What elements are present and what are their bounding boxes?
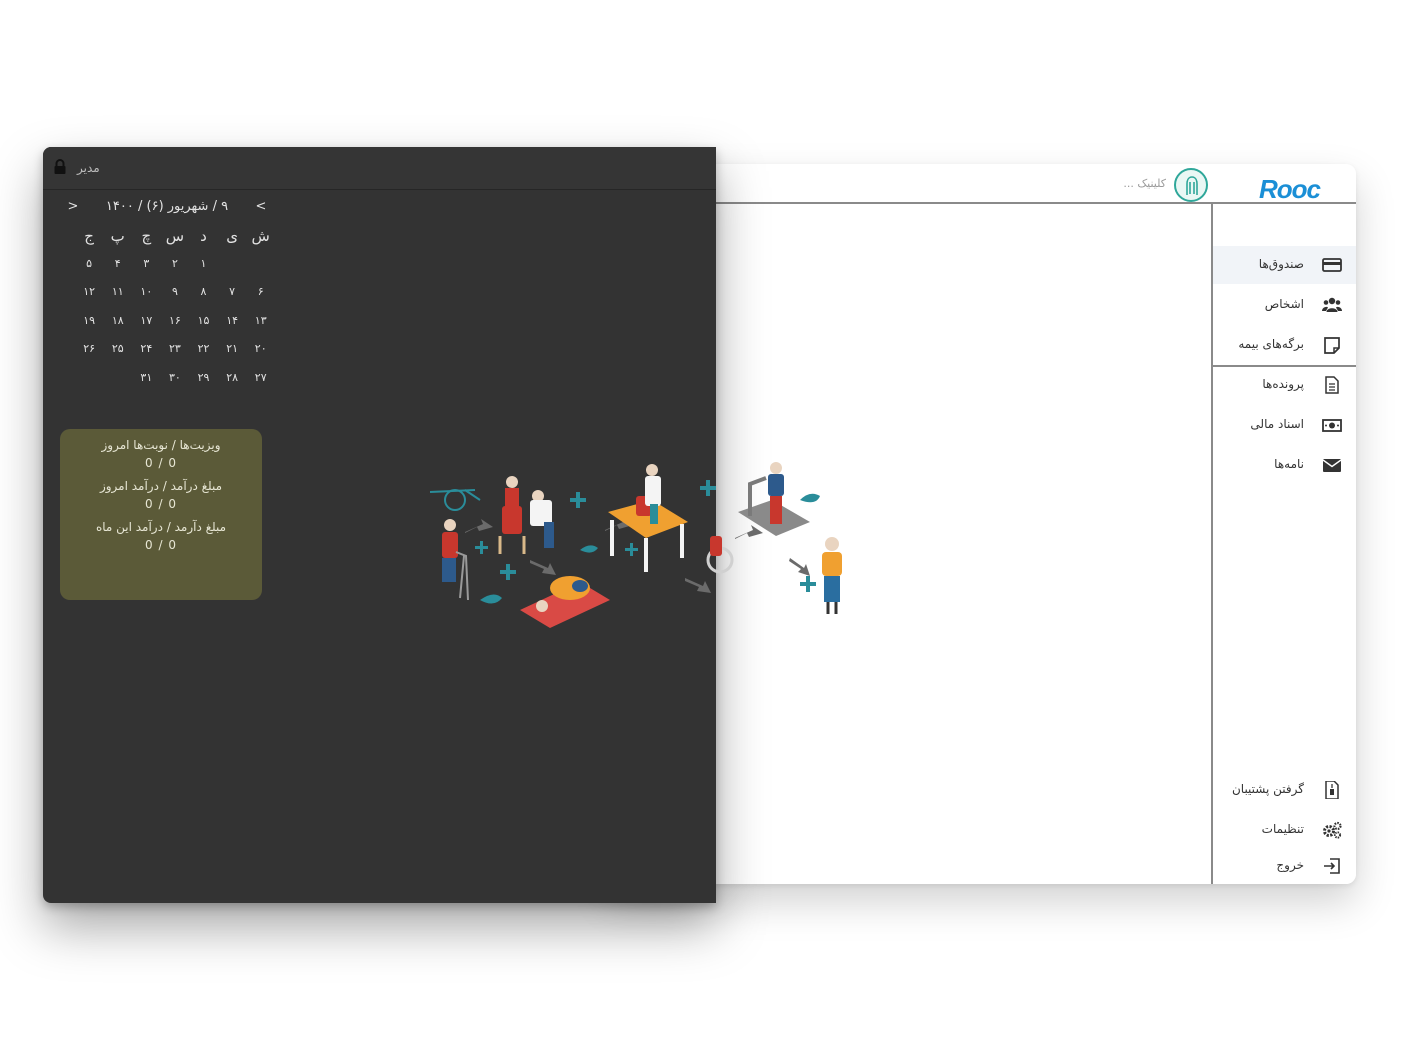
calendar-day[interactable] xyxy=(103,364,132,393)
calendar-day[interactable]: ۲۰ xyxy=(246,335,275,364)
sidebar-item-label: برگه‌های بیمه xyxy=(1238,337,1304,351)
weekday-label: د xyxy=(200,227,207,245)
calendar-day[interactable]: ۱۴ xyxy=(218,307,247,336)
calendar-day[interactable] xyxy=(75,364,104,393)
sign-out-icon xyxy=(1324,858,1340,874)
stat-visits-label: ویزیت‌ها / نوبت‌ها امروز xyxy=(101,438,221,452)
calendar-day[interactable] xyxy=(246,250,275,279)
calendar-day[interactable]: ۱۹ xyxy=(75,307,104,336)
sidebar-item-backup[interactable]: گرفتن پشتیبان xyxy=(1213,771,1356,809)
credit-card-icon xyxy=(1322,258,1342,272)
weekday-label: پ xyxy=(110,227,125,245)
stat-income-month-label: مبلغ دآرمد / درآمد این ماه xyxy=(95,520,227,534)
lock-icon[interactable] xyxy=(53,159,67,175)
calendar-day[interactable]: ۵ xyxy=(75,250,104,279)
sidebar-item-insurance[interactable]: برگه‌های بیمه xyxy=(1213,326,1356,364)
weekday-label: س xyxy=(165,227,185,245)
backup-file-icon xyxy=(1325,781,1339,799)
sidebar-item-people[interactable]: اشخاص xyxy=(1213,286,1356,324)
calendar-week-row: ۱۲۳۴۵ xyxy=(59,250,275,279)
calendar-day[interactable]: ۹ xyxy=(161,278,190,307)
calendar-day[interactable]: ۲۷ xyxy=(246,364,275,393)
stats-panel: ویزیت‌ها / نوبت‌ها امروز 0 / 0 مبلغ درآم… xyxy=(60,429,262,600)
calendar-day[interactable]: ۱۰ xyxy=(132,278,161,307)
sidebar-item-label: گرفتن پشتیبان xyxy=(1231,782,1304,796)
calendar-day[interactable]: ۱۲ xyxy=(75,278,104,307)
calendar-day[interactable]: ۲۸ xyxy=(218,364,247,393)
calendar-day[interactable]: ۲۲ xyxy=(189,335,218,364)
calendar-prev-button[interactable]: > xyxy=(253,199,269,214)
sidebar-item-financial-docs[interactable]: اسناد مالی xyxy=(1213,406,1356,444)
calendar-weekdays: ش ی د س چ پ ج xyxy=(59,221,275,250)
stat-income-month-value: 0 / 0 xyxy=(145,538,177,552)
calendar-days: ۱ ۲ ۳ ۴ ۵ ۶ ۷ ۸ ۹ ۱۰ ۱۱ ۱۲ ۱۳ ۱۴ ۱۵ ۱۶ ۱۷ ۱۸ ۱۹ ۲۰ ۲۱ ۲۲ ۲۳ ۲۴ ۲… xyxy=(59,250,275,393)
sidebar-item-label: تنظیمات xyxy=(1261,822,1304,836)
document-icon xyxy=(1325,376,1339,394)
clinic-avatar-icon[interactable] xyxy=(1174,168,1208,202)
physiotherapy-illustration xyxy=(429,462,842,628)
top-bar: Rooc کلینیک ... xyxy=(610,164,1356,204)
sidebar: صندوق‌ها اشخاص برگه‌های بیمه xyxy=(1211,204,1356,884)
clinic-selector[interactable]: کلینیک ... xyxy=(1123,177,1166,190)
calendar-day[interactable] xyxy=(218,250,247,279)
calendar-day[interactable]: ۲۴ xyxy=(132,335,161,364)
sidebar-item-label: پرونده‌ها xyxy=(1262,377,1304,391)
sidebar-item-label: صندوق‌ها xyxy=(1258,257,1304,271)
stat-income-today-label: مبلغ درآمد / درآمد امروز xyxy=(99,479,223,493)
calendar-day[interactable]: ۳ xyxy=(132,250,161,279)
calendar-day[interactable]: ۶ xyxy=(246,278,275,307)
users-icon xyxy=(1322,297,1342,312)
app-logo: Rooc xyxy=(1259,174,1321,204)
calendar-title: ۹ / شهریور (۶) / ۱۴۰۰ xyxy=(105,199,229,214)
cogs-icon xyxy=(1323,821,1342,839)
weekday-label: ج xyxy=(84,227,94,245)
calendar-week-row: ۲۰ ۲۱ ۲۲ ۲۳ ۲۴ ۲۵ ۲۶ xyxy=(59,335,275,364)
weekday-label: چ xyxy=(141,227,152,245)
stat-income-today-value: 0 / 0 xyxy=(145,497,177,511)
sticky-note-icon xyxy=(1324,337,1340,354)
calendar-day[interactable]: ۲۶ xyxy=(75,335,104,364)
weekday-label: ش xyxy=(251,227,270,245)
sidebar-item-funds[interactable]: صندوق‌ها xyxy=(1213,246,1356,284)
calendar-day[interactable]: ۲۵ xyxy=(103,335,132,364)
calendar-day[interactable]: ۲۹ xyxy=(189,364,218,393)
calendar-day[interactable]: ۲۳ xyxy=(161,335,190,364)
calendar-day[interactable]: ۲ xyxy=(161,250,190,279)
user-role-label: مدیر xyxy=(77,161,100,175)
money-bill-icon xyxy=(1322,419,1342,432)
calendar-next-button[interactable]: < xyxy=(65,199,81,214)
calendar-day[interactable]: ۲۱ xyxy=(218,335,247,364)
sidebar-item-settings[interactable]: تنظیمات xyxy=(1213,811,1356,849)
calendar-day[interactable]: ۱۷ xyxy=(132,307,161,336)
calendar-week-row: ۱۳ ۱۴ ۱۵ ۱۶ ۱۷ ۱۸ ۱۹ xyxy=(59,307,275,336)
calendar-day[interactable]: ۱ xyxy=(189,250,218,279)
weekday-label: ی xyxy=(226,227,238,245)
calendar-week-row: ۶ ۷ ۸ ۹ ۱۰ ۱۱ ۱۲ xyxy=(59,278,275,307)
sidebar-item-label: اشخاص xyxy=(1264,297,1304,311)
stat-visits-value: 0 / 0 xyxy=(145,456,177,470)
calendar-day[interactable]: ۱۱ xyxy=(103,278,132,307)
calendar-day[interactable]: ۱۸ xyxy=(103,307,132,336)
sidebar-item-label: خروج xyxy=(1276,858,1304,872)
dashboard-header: مدیر xyxy=(43,147,716,190)
sidebar-item-label: نامه‌ها xyxy=(1274,457,1304,471)
envelope-icon xyxy=(1322,459,1342,472)
calendar-day[interactable]: ۳۱ xyxy=(132,364,161,393)
sidebar-item-records[interactable]: پرونده‌ها xyxy=(1213,366,1356,404)
sidebar-item-label: اسناد مالی xyxy=(1250,417,1304,431)
calendar-day[interactable]: ۴ xyxy=(103,250,132,279)
calendar-header: > ۹ / شهریور (۶) / ۱۴۰۰ < xyxy=(59,199,275,221)
calendar-day[interactable]: ۳۰ xyxy=(161,364,190,393)
calendar-day[interactable]: ۱۵ xyxy=(189,307,218,336)
calendar: > ۹ / شهریور (۶) / ۱۴۰۰ < ش ی د س چ پ ج … xyxy=(59,199,275,393)
calendar-day[interactable]: ۱۶ xyxy=(161,307,190,336)
calendar-day[interactable]: ۸ xyxy=(189,278,218,307)
sidebar-item-letters[interactable]: نامه‌ها xyxy=(1213,446,1356,484)
calendar-day[interactable]: ۱۳ xyxy=(246,307,275,336)
calendar-week-row: ۲۷ ۲۸ ۲۹ ۳۰ ۳۱ xyxy=(59,364,275,393)
sidebar-item-logout[interactable]: خروج xyxy=(1213,847,1356,884)
calendar-day[interactable]: ۷ xyxy=(218,278,247,307)
